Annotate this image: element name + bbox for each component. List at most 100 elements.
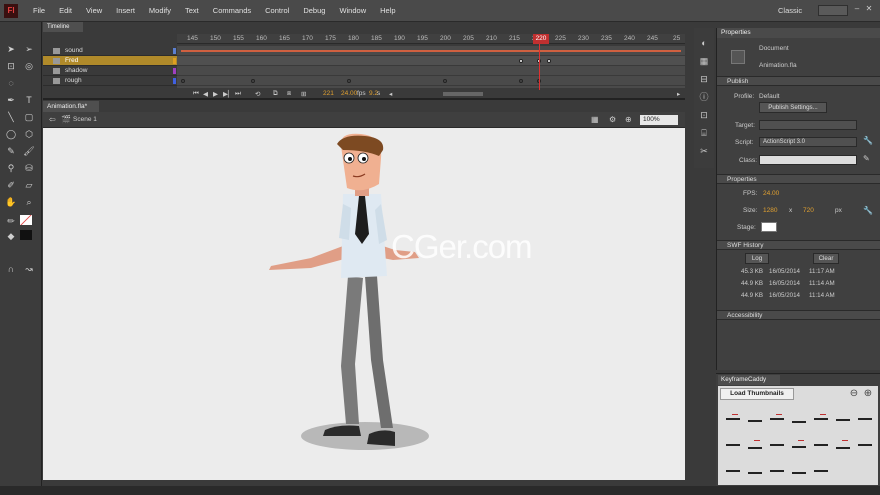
onion-skin-icon[interactable]: ⧉ xyxy=(273,90,278,98)
zoom-in-icon[interactable]: ⊕ xyxy=(862,388,874,400)
scroll-right-icon[interactable]: ▸ xyxy=(677,90,680,98)
bone-tool-icon[interactable]: ⚲ xyxy=(4,161,18,175)
fps-field[interactable]: 24.00 xyxy=(763,190,779,197)
menu-edit[interactable]: Edit xyxy=(52,6,79,15)
publish-section-header[interactable]: Publish xyxy=(717,76,880,86)
keyframe[interactable] xyxy=(547,59,551,63)
fps-value[interactable]: 24.00 xyxy=(341,90,357,97)
frame-ruler[interactable]: 145 150 155 160 165 170 175 180 185 190 … xyxy=(177,34,685,44)
keyframe-thumbnail[interactable] xyxy=(748,472,762,474)
width-field[interactable]: 1280 xyxy=(763,207,777,214)
advanced-settings-icon[interactable]: 🔧 xyxy=(863,206,873,215)
pencil-icon[interactable]: ✎ xyxy=(4,144,18,158)
menu-view[interactable]: View xyxy=(79,6,109,15)
search-input[interactable] xyxy=(818,5,848,16)
rectangle-tool-icon[interactable]: ▢ xyxy=(22,110,36,124)
eyedropper-icon[interactable]: ✐ xyxy=(4,178,18,192)
frame-row-shadow[interactable] xyxy=(177,66,685,76)
transform-panel-icon[interactable]: ⊡ xyxy=(697,108,711,122)
selection-tool-icon[interactable]: ➤ xyxy=(4,42,18,56)
onion-outline-icon[interactable]: ⧈ xyxy=(287,90,291,98)
keyframe-thumbnail[interactable] xyxy=(726,418,740,420)
hand-tool-icon[interactable]: ✋ xyxy=(4,195,18,209)
zoom-out-icon[interactable]: ⊖ xyxy=(848,388,860,400)
keyframe-thumbnail[interactable] xyxy=(792,472,806,474)
3d-rotation-icon[interactable]: ◎ xyxy=(22,59,36,73)
motion-presets-icon[interactable]: ✂ xyxy=(697,144,711,158)
pen-icon[interactable]: ✒ xyxy=(4,93,18,107)
line-tool-icon[interactable]: ╲ xyxy=(4,110,18,124)
edit-scene-icon[interactable]: ▦ xyxy=(591,115,599,124)
keyframe-thumbnail[interactable] xyxy=(770,470,784,472)
keyframe[interactable] xyxy=(347,79,351,83)
edit-class-icon[interactable]: ✎ xyxy=(863,154,870,163)
oval-tool-icon[interactable]: ◯ xyxy=(4,127,18,141)
layer-color-swatch[interactable] xyxy=(173,48,176,54)
stroke-color-icon[interactable]: ✏ xyxy=(4,214,18,228)
stage[interactable]: CGer.com xyxy=(43,128,685,480)
menu-modify[interactable]: Modify xyxy=(142,6,178,15)
lasso-icon[interactable]: ◌ xyxy=(4,76,18,90)
height-field[interactable]: 720 xyxy=(803,207,814,214)
fill-swatch[interactable] xyxy=(20,230,32,240)
keyframe-thumbnail[interactable] xyxy=(836,419,850,421)
accessibility-header[interactable]: Accessibility xyxy=(717,310,880,320)
eraser-icon[interactable]: ▱ xyxy=(22,178,36,192)
keyframe[interactable] xyxy=(443,79,447,83)
target-select[interactable] xyxy=(759,120,857,130)
keyframe[interactable] xyxy=(181,79,185,83)
keyframe-thumbnail[interactable] xyxy=(770,444,784,446)
go-first-icon[interactable]: ⏮ xyxy=(193,90,199,98)
paint-bucket-icon[interactable]: ⛁ xyxy=(22,161,36,175)
swf-history-header[interactable]: SWF History xyxy=(717,240,880,250)
keyframe-thumbnail[interactable] xyxy=(836,447,850,449)
scroll-left-icon[interactable]: ◂ xyxy=(389,90,392,98)
workspace-switcher[interactable]: Classic xyxy=(778,6,802,15)
menu-control[interactable]: Control xyxy=(258,6,296,15)
menu-help[interactable]: Help xyxy=(373,6,402,15)
timeline-tab[interactable]: Timeline xyxy=(43,22,83,32)
free-transform-icon[interactable]: ⊡ xyxy=(4,59,18,73)
character-artwork[interactable] xyxy=(43,128,685,480)
frame-grid[interactable] xyxy=(177,46,685,88)
scene-label[interactable]: Scene 1 xyxy=(73,116,97,123)
timeline-hscroll[interactable] xyxy=(443,92,483,96)
zoom-select[interactable]: 100% xyxy=(640,115,678,125)
layer-sound[interactable]: sound xyxy=(43,46,177,56)
clear-button[interactable]: Clear xyxy=(813,253,839,264)
keyframe-caddy-tab[interactable]: KeyframeCaddy xyxy=(718,375,780,385)
color-panel-icon[interactable]: ◐ xyxy=(697,36,711,50)
keyframe-thumbnail[interactable] xyxy=(814,470,828,472)
subselection-tool-icon[interactable]: ➢ xyxy=(22,42,36,56)
play-icon[interactable]: ▶ xyxy=(213,90,218,98)
keyframe-thumbnail[interactable] xyxy=(748,420,762,422)
keyframe-thumbnail[interactable] xyxy=(726,444,740,446)
stage-color-swatch[interactable] xyxy=(761,222,777,232)
library-panel-icon[interactable]: ⌸ xyxy=(697,126,711,140)
document-tab[interactable]: Animation.fla* xyxy=(43,101,99,112)
layer-fred[interactable]: Fred xyxy=(43,56,177,66)
menu-commands[interactable]: Commands xyxy=(206,6,258,15)
polystar-icon[interactable]: ⬡ xyxy=(22,127,36,141)
frame-row-sound[interactable] xyxy=(177,46,685,56)
minimize-icon[interactable]: – xyxy=(852,4,862,16)
snap-icon[interactable]: ∩ xyxy=(4,262,18,276)
frame-row-rough[interactable] xyxy=(177,76,685,86)
layer-color-swatch[interactable] xyxy=(173,78,176,84)
swatches-panel-icon[interactable]: ▦ xyxy=(697,54,711,68)
menu-window[interactable]: Window xyxy=(332,6,373,15)
keyframe[interactable] xyxy=(251,79,255,83)
log-button[interactable]: Log xyxy=(745,253,769,264)
zoom-tool-icon[interactable]: ⌕ xyxy=(22,195,36,209)
brush-icon[interactable]: 🖌 xyxy=(22,144,36,158)
fill-color-icon[interactable]: ◆ xyxy=(4,229,18,243)
info-panel-icon[interactable]: ⓘ xyxy=(697,90,711,104)
properties-tab[interactable]: Properties xyxy=(717,28,880,38)
menu-insert[interactable]: Insert xyxy=(109,6,142,15)
frame-row-fred[interactable] xyxy=(177,56,685,66)
class-field[interactable] xyxy=(759,155,857,165)
back-arrow-icon[interactable]: ⇦ xyxy=(49,115,56,124)
edit-symbols-icon[interactable]: ⚙ xyxy=(609,115,616,124)
step-back-icon[interactable]: ◀ xyxy=(203,90,208,98)
menu-debug[interactable]: Debug xyxy=(296,6,332,15)
